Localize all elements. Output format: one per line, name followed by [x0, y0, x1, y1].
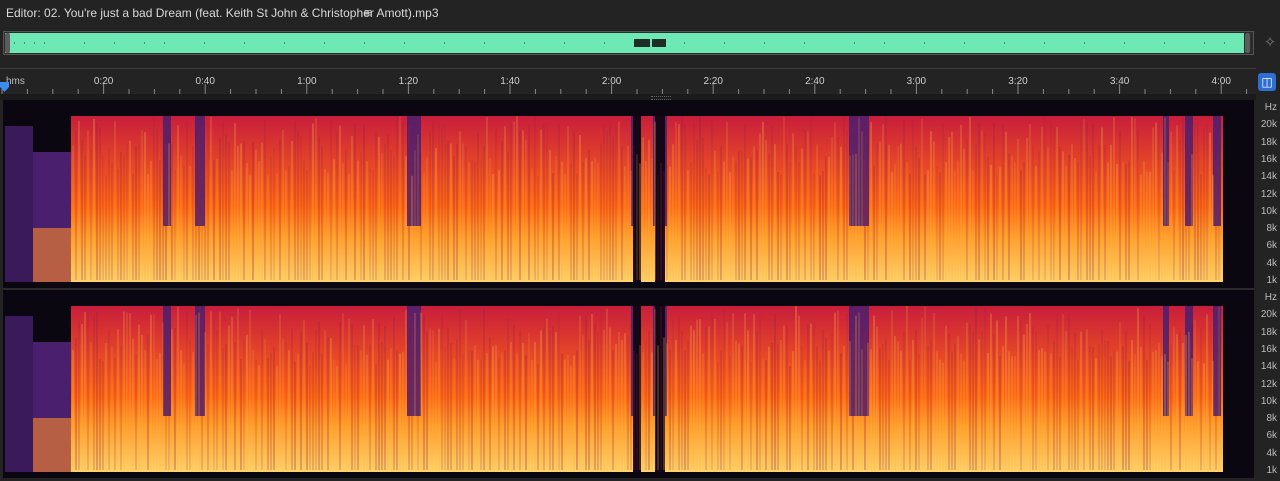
ruler-tick-label: 2:00	[602, 76, 622, 87]
zoom-navigator-icon[interactable]: ✧	[1262, 34, 1278, 52]
hz-axis-label: 14k	[1260, 171, 1277, 183]
overview-waveform-dip	[652, 39, 666, 47]
spectrogram-quiet-band	[163, 116, 171, 226]
overview-waveform-fill	[5, 33, 1244, 53]
editor-title: Editor: 02. You're just a bad Dream (fea…	[6, 6, 439, 20]
frequency-axis-right: Hz 20k 18k 16k 14k 12k 10k 8k 6k 4k 1k	[1254, 290, 1280, 478]
hz-axis-label: Hz	[1264, 292, 1277, 303]
ruler-tick-label: 4:00	[1211, 76, 1231, 87]
hz-axis-label: 6k	[1266, 430, 1277, 442]
ruler-tick-label: 2:20	[703, 76, 723, 87]
hz-axis-label: 18k	[1260, 136, 1277, 148]
ruler-tick-label: 1:40	[500, 76, 520, 87]
ruler-tick-label: 1:00	[297, 76, 317, 87]
hz-axis-label: 18k	[1260, 326, 1277, 338]
hz-axis-label: 1k	[1266, 465, 1277, 476]
hz-axis-label: 10k	[1260, 395, 1277, 407]
headphones-monitor-icon[interactable]: ◫	[1258, 73, 1276, 91]
hz-axis-label: 14k	[1260, 361, 1277, 373]
hz-axis-label: 12k	[1260, 378, 1277, 390]
ruler-tick-label: 2:40	[805, 76, 825, 87]
ruler-tick-label: 3:40	[1110, 76, 1130, 87]
overview-right-handle[interactable]	[1245, 33, 1250, 53]
ruler-tick-label: 1:20	[399, 76, 419, 87]
hz-axis-label: 4k	[1266, 447, 1277, 459]
playhead-marker-icon[interactable]	[0, 82, 9, 92]
spectrogram-intro	[33, 418, 71, 472]
ruler-tick-label: 3:00	[907, 76, 927, 87]
hz-axis-label: 20k	[1260, 309, 1277, 321]
spectrogram-quiet-band	[1213, 306, 1221, 416]
overview-waveform[interactable]	[3, 31, 1254, 55]
spectrogram-intro	[5, 316, 33, 472]
hz-axis-label: 6k	[1266, 240, 1277, 252]
spectrogram-quiet-band	[163, 306, 171, 416]
spectrogram-intro	[33, 228, 71, 282]
hamburger-menu-icon[interactable]: ≡	[364, 0, 372, 26]
hz-axis-label: 8k	[1266, 413, 1277, 425]
spectrogram-intro	[5, 126, 33, 282]
overview-waveform-graphic	[5, 33, 1244, 53]
hz-axis-label: 16k	[1260, 343, 1277, 355]
time-ruler-graphic: hms 0:20 0:40 1:00 1:20 1:40 2:00 2:20 2:40 3:00…	[1, 76, 1248, 95]
hz-axis-label: 8k	[1266, 223, 1277, 235]
hz-axis-label: 10k	[1260, 205, 1277, 217]
overview-left-handle[interactable]	[5, 33, 10, 53]
spectrogram-channel-right[interactable]	[3, 290, 1254, 478]
spectrogram-left-graphic	[3, 100, 1254, 288]
hz-axis-label: 12k	[1260, 188, 1277, 200]
ruler-tick-label: 3:20	[1008, 76, 1028, 87]
spectrogram-quiet-band	[1213, 116, 1221, 226]
ruler-tick-label: 0:20	[94, 76, 114, 87]
hz-axis-label: Hz	[1264, 102, 1277, 113]
spectrogram-right-graphic	[3, 290, 1254, 478]
time-ruler[interactable]: hms 0:20 0:40 1:00 1:20 1:40 2:00 2:20 2:40 3:00…	[0, 68, 1256, 95]
hz-axis-label: 16k	[1260, 153, 1277, 165]
spectrogram-channel-left[interactable]	[3, 100, 1254, 288]
overview-waveform-dip	[634, 39, 650, 47]
hz-axis-label: 1k	[1266, 275, 1277, 286]
ruler-tick-label: 0:40	[195, 76, 215, 87]
frequency-axis-left: Hz 20k 18k 16k 14k 12k 10k 8k 6k 4k 1k	[1254, 100, 1280, 288]
hz-axis-label: 20k	[1260, 119, 1277, 131]
hz-axis-label: 4k	[1266, 257, 1277, 269]
editor-title-bar: Editor: 02. You're just a bad Dream (fea…	[0, 0, 1280, 26]
